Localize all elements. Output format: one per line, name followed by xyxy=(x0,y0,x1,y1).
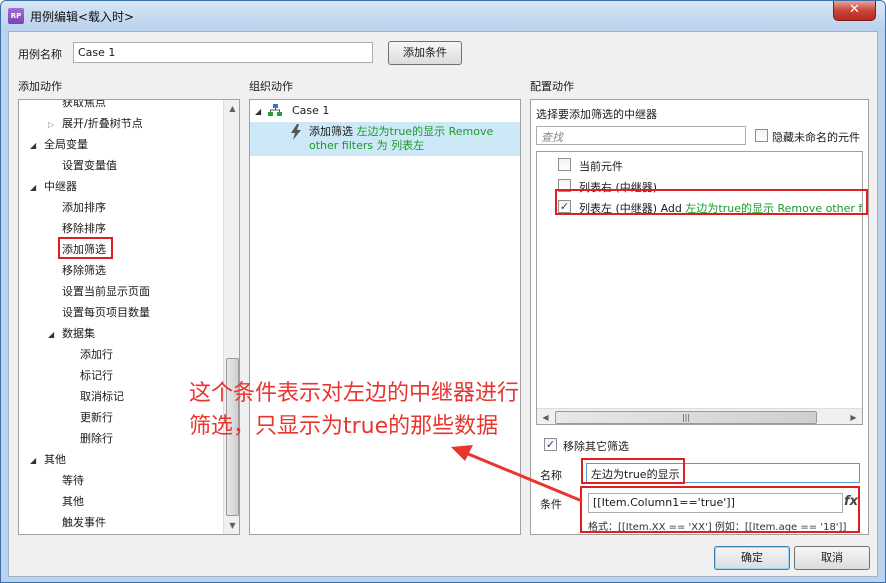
window-title: 用例编辑<载入时> xyxy=(30,10,135,24)
scroll-right-arrow-icon[interactable]: ▶ xyxy=(845,409,862,424)
action-description: 添加筛选 左边为true的显示 Remove other filters 为 列… xyxy=(309,125,519,153)
action-tree-item[interactable]: 删除行 xyxy=(80,430,113,448)
target-checkbox[interactable] xyxy=(558,158,571,171)
action-tree-panel: 获取焦点 ▷ 展开/折叠树节点 ◢ 全局变量 设置变量值 ◢ 中继器 添加排序 移除排序 添加筛选移… xyxy=(18,99,240,535)
action-tree-item[interactable]: 移除筛选 xyxy=(62,262,106,280)
action-tree-item[interactable]: 设置变量值 xyxy=(62,157,117,175)
action-tree-item[interactable]: 添加排序 xyxy=(62,199,106,217)
case-node-label[interactable]: Case 1 xyxy=(292,102,329,120)
case-name-label: 用例名称 xyxy=(18,48,62,61)
scroll-up-arrow-icon[interactable]: ▲ xyxy=(224,100,239,117)
highlight-add-filter xyxy=(58,237,113,259)
dialog-client: 用例名称 Case 1 添加条件 添加动作 组织动作 配置动作 获取焦点 ▷ 展开/… xyxy=(8,31,878,577)
highlight-target-row xyxy=(555,189,868,215)
target-label: 当前元件 xyxy=(579,158,623,174)
selected-action-row[interactable]: 添加筛选 左边为true的显示 Remove other filters 为 列… xyxy=(250,122,520,156)
action-tree-item[interactable]: 中继器 xyxy=(44,178,77,196)
action-tree-item[interactable]: 展开/折叠树节点 xyxy=(62,115,143,133)
action-tree: 获取焦点 ▷ 展开/折叠树节点 ◢ 全局变量 设置变量值 ◢ 中继器 添加排序 移除排序 添加筛选移… xyxy=(19,100,224,534)
action-verb: 添加筛选 xyxy=(309,125,353,138)
action-target: 列表左 xyxy=(391,139,425,152)
dialog-window: RP 用例编辑<载入时> ✕ 用例名称 Case 1 添加条件 添加动作 组织动… xyxy=(0,0,886,583)
action-tree-item[interactable]: 全局变量 xyxy=(44,136,88,154)
scroll-left-arrow-icon[interactable]: ◀ xyxy=(537,409,554,424)
organize-action-heading: 组织动作 xyxy=(249,80,293,93)
tree-collapse-icon[interactable]: ◢ xyxy=(30,183,36,192)
configure-heading: 选择要添加筛选的中继器 xyxy=(536,108,657,121)
tree-collapse-icon[interactable]: ◢ xyxy=(48,330,54,339)
action-tree-item[interactable]: 其他 xyxy=(62,493,84,511)
highlight-condition-area xyxy=(580,486,860,533)
scroll-down-arrow-icon[interactable]: ▼ xyxy=(224,517,239,534)
action-tree-item[interactable]: 移除排序 xyxy=(62,220,106,238)
target-row[interactable]: 当前元件 xyxy=(537,155,862,175)
action-tree-scrollbar[interactable]: ▲ ▼ xyxy=(223,100,239,534)
target-name: 当前元件 xyxy=(579,160,623,173)
action-tree-item[interactable]: 设置当前显示页面 xyxy=(62,283,150,301)
cancel-button[interactable]: 取消 xyxy=(794,546,870,570)
title-bar[interactable]: RP 用例编辑<载入时> ✕ xyxy=(1,1,885,31)
action-tree-item[interactable]: 标记行 xyxy=(80,367,113,385)
axure-rp-icon: RP xyxy=(8,8,24,24)
close-button[interactable]: ✕ xyxy=(833,1,876,21)
expand-down-icon[interactable]: ◢ xyxy=(255,107,261,116)
hscroll-thumb[interactable]: ||| xyxy=(555,411,817,424)
action-tree-item[interactable]: 设置每页项目数量 xyxy=(62,304,150,322)
tree-collapse-icon[interactable]: ◢ xyxy=(30,456,36,465)
hide-unnamed-label: 隐藏未命名的元件 xyxy=(772,131,860,144)
action-tree-item[interactable]: 等待 xyxy=(62,472,84,490)
target-list-hscrollbar[interactable]: ◀ ||| ▶ xyxy=(537,408,862,424)
annotation-arrow-icon xyxy=(451,445,583,503)
lightning-icon xyxy=(291,124,301,140)
action-tree-item[interactable]: 数据集 xyxy=(62,325,95,343)
action-tree-item[interactable]: 添加行 xyxy=(80,346,113,364)
add-condition-button[interactable]: 添加条件 xyxy=(388,41,462,65)
tree-collapse-icon[interactable]: ◢ xyxy=(30,141,36,150)
target-search-input[interactable]: 查找 xyxy=(536,126,746,145)
case-name-input[interactable]: Case 1 xyxy=(73,42,373,63)
add-action-heading: 添加动作 xyxy=(18,80,62,93)
action-filter-name: 左边为true的显示 xyxy=(356,125,446,138)
action-tree-item[interactable]: 取消标记 xyxy=(80,388,124,406)
tree-expand-icon[interactable]: ▷ xyxy=(48,120,54,129)
action-tree-item[interactable]: 获取焦点 xyxy=(62,100,106,112)
configure-action-heading: 配置动作 xyxy=(530,80,574,93)
highlight-name-field xyxy=(581,458,685,484)
case-tree-icon xyxy=(268,104,282,116)
action-tree-item[interactable]: 其他 xyxy=(44,451,66,469)
hide-unnamed-checkbox[interactable] xyxy=(755,129,768,142)
annotation-line-1: 这个条件表示对左边的中继器进行 xyxy=(189,381,520,406)
annotation-line-2: 筛选，只显示为true的那些数据 xyxy=(189,414,499,439)
action-tree-item[interactable]: 触发事件 xyxy=(62,514,106,532)
action-tree-item[interactable]: 更新行 xyxy=(80,409,113,427)
ok-button[interactable]: 确定 xyxy=(714,546,790,570)
